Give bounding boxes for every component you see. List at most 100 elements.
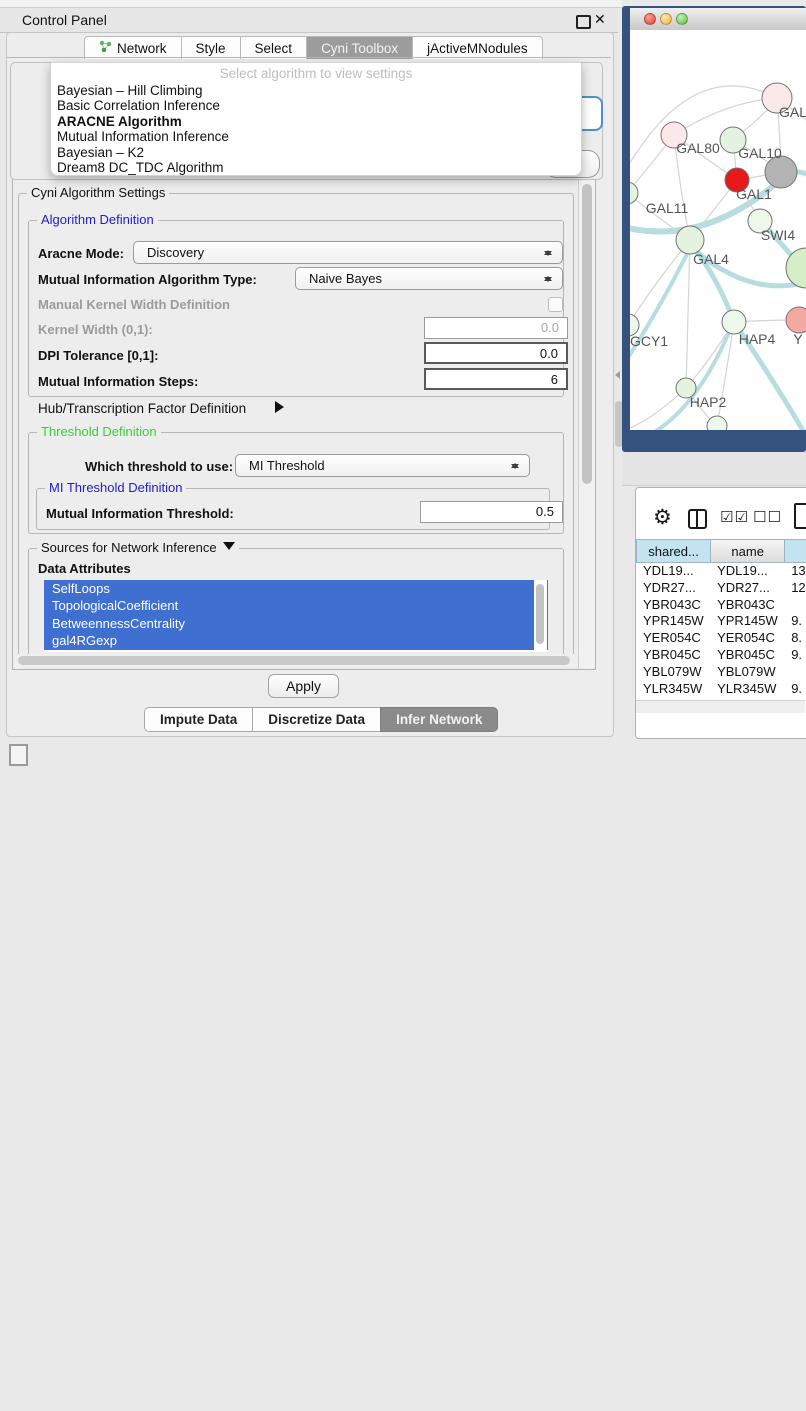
bottom-tab-discretize-data[interactable]: Discretize Data [252, 707, 380, 732]
network-edge[interactable] [630, 240, 690, 325]
network-edge[interactable] [630, 388, 686, 430]
close-window-icon[interactable] [644, 13, 656, 25]
column-header[interactable]: name [710, 539, 784, 563]
which-threshold-value: MI Threshold [249, 458, 325, 473]
tab-style[interactable]: Style [181, 36, 240, 59]
algorithm-option[interactable]: Mutual Information Inference [55, 129, 577, 144]
table-row[interactable]: YBL079WYBL079W [636, 664, 806, 681]
algorithm-option[interactable]: Bayesian – K2 [55, 145, 577, 160]
dpi-tolerance-field[interactable]: 0.0 [424, 342, 568, 364]
aracne-mode-value: Discovery [147, 245, 204, 260]
bottom-tab-impute-data[interactable]: Impute Data [144, 707, 252, 732]
manual-kernel-checkbox[interactable] [548, 297, 563, 312]
settings-vscrollbar-thumb[interactable] [582, 184, 592, 484]
settings-vscrollbar[interactable] [578, 179, 595, 668]
zoom-window-icon[interactable] [676, 13, 688, 25]
algorithm-dropdown-list: Bayesian – Hill ClimbingBasic Correlatio… [55, 83, 577, 175]
node-label: HAP4 [739, 331, 776, 347]
attribute-item[interactable]: SelfLoops [44, 580, 548, 597]
table-row[interactable]: YDL19...YDL19...13 [636, 563, 806, 580]
dpi-tolerance-label: DPI Tolerance [0,1]: [38, 348, 158, 363]
expand-arrow-icon[interactable] [275, 401, 290, 413]
table-row[interactable]: YBR045CYBR045C9. [636, 647, 806, 664]
network-edge[interactable] [686, 240, 690, 388]
table-cell: 9. [784, 647, 806, 664]
network-edge[interactable] [630, 86, 777, 180]
minimized-panel-icon[interactable] [9, 744, 28, 766]
aracne-mode-select[interactable]: Discovery [133, 241, 563, 264]
table-row[interactable]: YER054CYER054C8. [636, 630, 806, 647]
table-hscrollbar[interactable] [636, 700, 805, 713]
hub-definition-label[interactable]: Hub/Transcription Factor Definition [38, 401, 246, 416]
attribute-item[interactable]: BetweennessCentrality [44, 615, 548, 632]
table-cell [784, 597, 806, 614]
network-node-gal4[interactable] [676, 226, 704, 254]
application-window: { "control_panel": { "title": "Control P… [0, 0, 806, 762]
select-all-checkboxes-icon[interactable]: ☑☑ [720, 508, 749, 526]
table-cell: YBR043C [710, 597, 784, 614]
algorithm-option[interactable]: Basic Correlation Inference [55, 98, 577, 113]
column-header[interactable]: shared... [636, 539, 710, 563]
node-label: GCY1 [630, 333, 668, 349]
node-label: GAL [779, 104, 806, 120]
attribute-item[interactable]: gal4RGexp [44, 632, 548, 649]
splitter-collapse-icon[interactable] [611, 371, 620, 379]
table-row[interactable]: YLR345WYLR345W9. [636, 681, 806, 698]
settings-hscrollbar-thumb[interactable] [18, 656, 570, 665]
table-cell: 12 [784, 580, 806, 597]
cyni-algorithm-settings-title: Cyni Algorithm Settings [27, 185, 169, 200]
attributes-scrollbar[interactable] [534, 580, 547, 652]
tab-network[interactable]: Network [84, 36, 181, 59]
mi-type-select[interactable]: Naive Bayes [295, 267, 563, 290]
table-panel-titlebar: Table Panel [622, 452, 806, 486]
algorithm-option[interactable]: ARACNE Algorithm [55, 114, 577, 129]
tabbar-divider [7, 57, 611, 58]
which-threshold-label: Which threshold to use: [85, 459, 233, 474]
clear-all-checkboxes-icon[interactable]: ☐☐ [753, 508, 782, 526]
table-cell: 9. [784, 681, 806, 698]
table-row[interactable]: YDR27...YDR27...12 [636, 580, 806, 597]
bottom-tab-infer-network[interactable]: Infer Network [380, 707, 498, 732]
network-window-titlebar[interactable] [630, 8, 806, 31]
tab-label: Select [255, 41, 293, 56]
table-cell: YER054C [710, 630, 784, 647]
document-icon[interactable] [794, 503, 806, 529]
mi-steps-label: Mutual Information Steps: [38, 374, 198, 389]
algorithm-option[interactable]: Dream8 DC_TDC Algorithm [55, 160, 577, 175]
mi-steps-field[interactable]: 6 [424, 368, 568, 390]
table-cell: YPR145W [636, 613, 710, 630]
close-panel-icon[interactable]: ✕ [594, 11, 606, 28]
settings-hscrollbar[interactable] [14, 654, 592, 667]
network-edge[interactable] [630, 252, 688, 370]
attributes-scrollbar-thumb[interactable] [536, 584, 544, 644]
tab-select[interactable]: Select [240, 36, 307, 59]
table-row[interactable]: YPR145WYPR145W9. [636, 613, 806, 630]
which-threshold-select[interactable]: MI Threshold [235, 454, 530, 477]
algorithm-option[interactable]: Bayesian – Hill Climbing [55, 83, 577, 98]
attribute-item[interactable]: TopologicalCoefficient [44, 597, 548, 614]
column-header[interactable] [784, 539, 806, 563]
mi-threshold-field[interactable]: 0.5 [420, 501, 563, 523]
apply-button[interactable]: Apply [268, 674, 339, 698]
tab-cyni-toolbox[interactable]: Cyni Toolbox [306, 36, 412, 59]
table-cell: YPR145W [710, 613, 784, 630]
network-node[interactable] [707, 416, 727, 430]
aracne-mode-label: Aracne Mode: [38, 246, 124, 261]
network-graph: GALGAL80GAL10GAL1GAL11SWI4GAL4GCY1HAP4YH… [630, 30, 806, 430]
columns-icon[interactable] [688, 509, 707, 529]
network-canvas[interactable]: GALGAL80GAL10GAL1GAL11SWI4GAL4GCY1HAP4YH… [630, 30, 806, 430]
collapse-arrow-icon[interactable] [223, 542, 235, 556]
minimize-window-icon[interactable] [660, 13, 672, 25]
stepper-icon [544, 272, 553, 286]
float-panel-icon[interactable] [576, 15, 591, 29]
kernel-width-field[interactable]: 0.0 [424, 317, 568, 339]
tab-jactivemnodules[interactable]: jActiveMNodules [412, 36, 543, 59]
algorithm-dropdown-popup: Select algorithm to view settings Bayesi… [50, 62, 582, 176]
network-node-y[interactable] [786, 307, 806, 333]
table-cell: YLR345W [710, 681, 784, 698]
gear-icon[interactable]: ⚙ [653, 505, 672, 530]
table-row[interactable]: YBR043CYBR043C [636, 597, 806, 614]
sources-title[interactable]: Sources for Network Inference [37, 540, 239, 556]
data-attributes-label: Data Attributes [38, 561, 131, 576]
data-attributes-list[interactable]: SelfLoopsTopologicalCoefficientBetweenne… [44, 580, 548, 652]
